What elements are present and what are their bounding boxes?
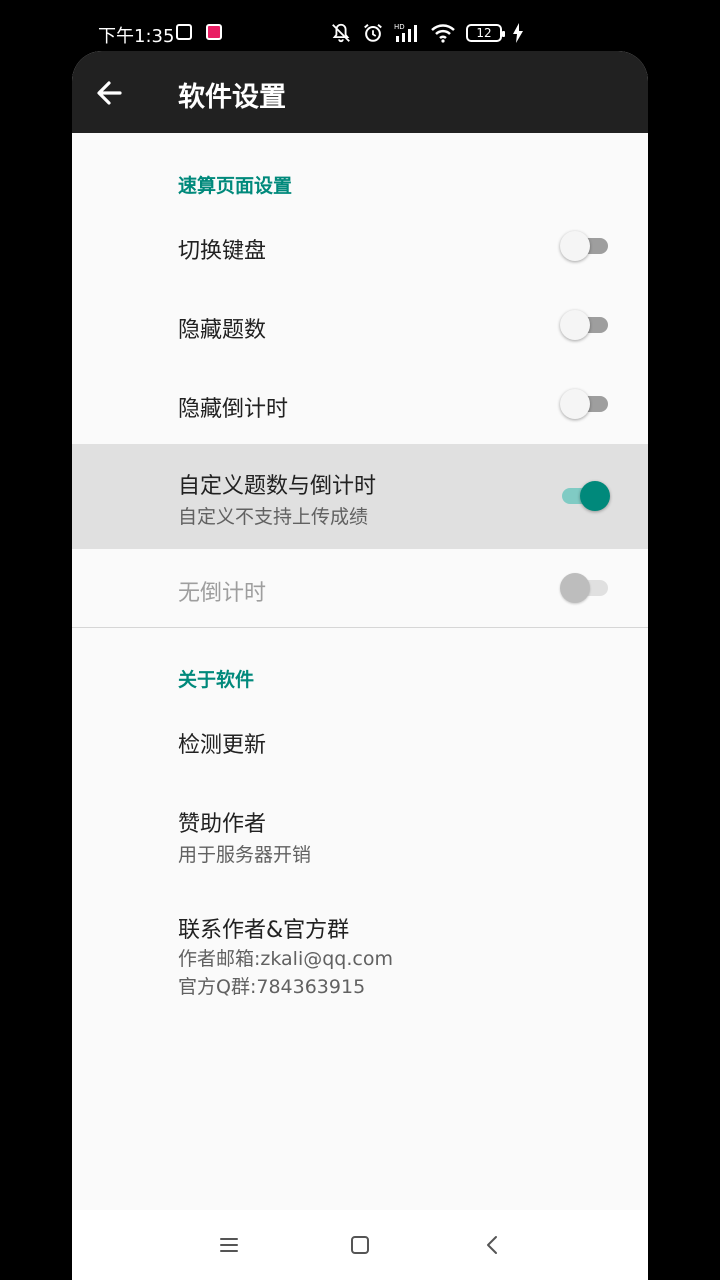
setting-sponsor-author[interactable]: 赞助作者 用于服务器开销: [72, 780, 648, 885]
battery-level: 12: [476, 26, 492, 40]
setting-contact-author[interactable]: 联系作者&官方群 作者邮箱:zkali@qq.com 官方Q群:78436391…: [72, 885, 648, 1015]
switch-thumb: [560, 573, 590, 603]
notification-icons: [176, 24, 222, 40]
setting-subtitle: 用于服务器开销: [178, 844, 312, 866]
switch-thumb: [560, 231, 590, 261]
setting-title: 切换键盘: [178, 239, 267, 264]
setting-hide-count[interactable]: 隐藏题数: [72, 286, 648, 365]
section-divider: [72, 627, 648, 628]
setting-subtitle-email: 作者邮箱:zkali@qq.com: [178, 948, 393, 970]
status-time: 下午1:35: [98, 26, 175, 47]
svg-text:HD: HD: [394, 23, 405, 31]
setting-title: 隐藏题数: [178, 318, 267, 343]
setting-check-update[interactable]: 检测更新: [72, 701, 648, 780]
switch-thumb: [560, 389, 590, 419]
switch-thumb: [580, 481, 610, 511]
setting-subtitle-qq-group: 官方Q群:784363915: [178, 976, 366, 998]
settings-screen: 软件设置 速算页面设置 切换键盘 隐藏题数 隐藏倒计时 自定义题数与倒计时 自定…: [72, 51, 648, 1280]
setting-title: 检测更新: [178, 733, 267, 758]
battery-indicator: 12: [466, 24, 505, 42]
chevron-left-icon: [487, 1236, 497, 1254]
arrow-left-icon: [97, 81, 122, 105]
section-header-about: 关于软件: [178, 669, 255, 691]
nav-menu-button[interactable]: [216, 1232, 242, 1258]
alarm-icon: [364, 23, 382, 42]
nav-home-button[interactable]: [347, 1232, 373, 1258]
toolbar: 软件设置: [72, 51, 648, 133]
switch-toggle: [560, 573, 608, 603]
page-title: 软件设置: [178, 82, 286, 113]
setting-title: 无倒计时: [178, 581, 267, 606]
system-nav-bar: [72, 1210, 648, 1280]
status-right-icons: HD 12: [330, 22, 524, 44]
app-notification-icon: [206, 24, 222, 40]
home-square-icon: [351, 1236, 369, 1254]
gallery-notification-icon: [176, 24, 192, 40]
setting-hide-countdown[interactable]: 隐藏倒计时: [72, 365, 648, 444]
switch-thumb: [560, 310, 590, 340]
signal-icon: HD: [394, 23, 417, 42]
charging-icon: [513, 23, 523, 43]
setting-title: 隐藏倒计时: [178, 397, 289, 422]
nav-back-button[interactable]: [480, 1232, 506, 1258]
setting-custom-count-countdown[interactable]: 自定义题数与倒计时 自定义不支持上传成绩: [72, 444, 648, 549]
setting-title: 赞助作者: [178, 812, 267, 837]
setting-title: 自定义题数与倒计时: [178, 474, 377, 499]
menu-icon: [220, 1238, 238, 1252]
back-button[interactable]: [94, 75, 134, 111]
setting-no-countdown: 无倒计时: [72, 549, 648, 628]
switch-toggle[interactable]: [560, 389, 608, 419]
setting-subtitle: 自定义不支持上传成绩: [178, 506, 369, 528]
switch-toggle[interactable]: [560, 231, 608, 261]
wifi-icon: [431, 24, 455, 43]
setting-title: 联系作者&官方群: [178, 918, 350, 943]
setting-switch-keyboard[interactable]: 切换键盘: [72, 207, 648, 286]
switch-toggle[interactable]: [560, 310, 608, 340]
switch-toggle[interactable]: [562, 481, 610, 511]
section-header-calc: 速算页面设置: [178, 175, 293, 197]
mute-bell-icon: [332, 23, 350, 43]
